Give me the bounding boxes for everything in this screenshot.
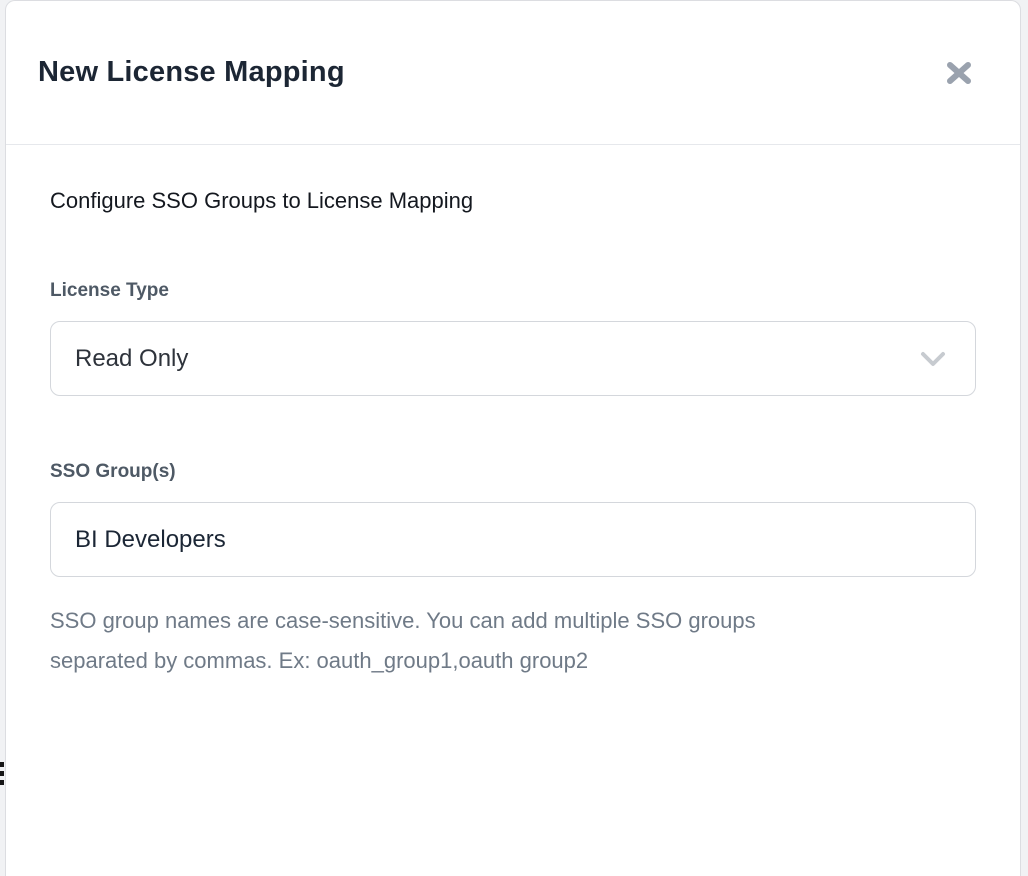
close-icon: [944, 58, 974, 88]
modal-header: New License Mapping: [6, 1, 1020, 145]
chevron-down-icon: [919, 351, 947, 367]
license-type-field-group: License Type Read Only: [50, 279, 976, 396]
list-icon-bar: [0, 762, 4, 767]
form-heading: Configure SSO Groups to License Mapping: [50, 187, 976, 215]
list-icon-bar: [0, 780, 4, 785]
sso-groups-label: SSO Group(s): [50, 460, 976, 483]
license-type-selected-value: Read Only: [75, 345, 188, 373]
list-icon-bar: [0, 771, 4, 776]
new-license-mapping-modal: New License Mapping Configure SSO Groups…: [5, 0, 1021, 876]
license-type-label: License Type: [50, 279, 976, 302]
sso-groups-help-text: SSO group names are case-sensitive. You …: [50, 601, 850, 681]
page-background: New License Mapping Configure SSO Groups…: [0, 0, 1028, 876]
modal-body: Configure SSO Groups to License Mapping …: [6, 145, 1020, 723]
close-button[interactable]: [940, 54, 978, 92]
sso-groups-input[interactable]: [50, 502, 976, 577]
license-type-select[interactable]: Read Only: [50, 321, 976, 396]
modal-title: New License Mapping: [38, 56, 345, 89]
sso-groups-field-group: SSO Group(s) SSO group names are case-se…: [50, 460, 976, 681]
